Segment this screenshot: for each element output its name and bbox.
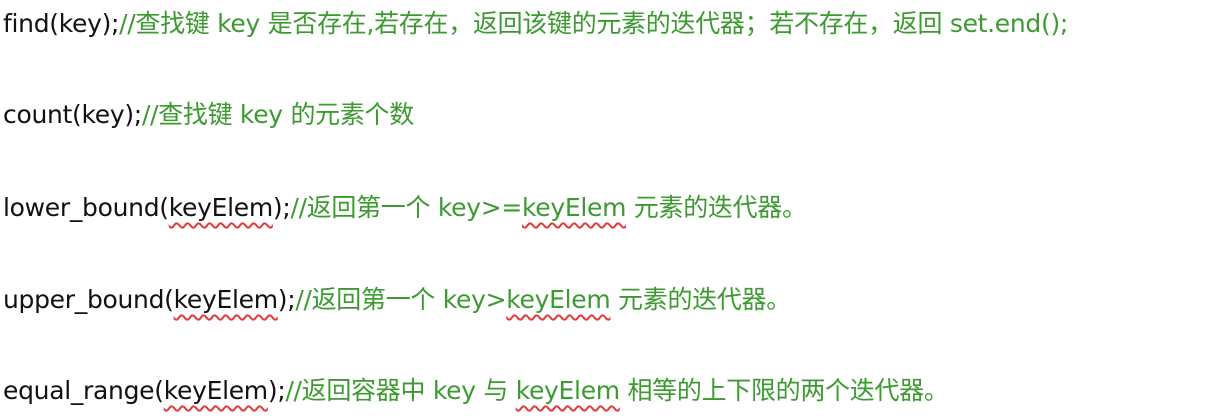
code-text: ); (272, 193, 291, 222)
code-text: equal_range( (3, 376, 164, 405)
comment-text: //返回第一个 key> (295, 285, 507, 314)
spellcheck-flagged-word: keyElem (163, 376, 268, 405)
spellcheck-flagged-word: keyElem (173, 285, 278, 314)
comment-text: 相等的上下限的两个迭代器。 (619, 376, 949, 405)
comment-text: //查找键 key 的元素个数 (141, 100, 414, 129)
comment-text: //查找键 key 是否存在,若存在，返回该键的元素的迭代器；若不存在，返回 s… (119, 9, 1069, 38)
code-text: find(key); (3, 9, 120, 38)
comment-text: //返回容器中 key 与 (285, 376, 516, 405)
doc-line-find: find(key);//查找键 key 是否存在,若存在，返回该键的元素的迭代器… (3, 7, 1068, 41)
code-text: ); (267, 376, 286, 405)
comment-text: 元素的迭代器。 (610, 285, 791, 314)
doc-line-upper-bound: upper_bound(keyElem);//返回第一个 key>keyElem… (3, 283, 791, 317)
spellcheck-flagged-word: keyElem (506, 285, 611, 314)
code-text: count(key); (3, 100, 142, 129)
comment-text: //返回第一个 key>= (290, 193, 523, 222)
code-text: upper_bound( (3, 285, 174, 314)
document-body: find(key);//查找键 key 是否存在,若存在，返回该键的元素的迭代器… (0, 0, 1212, 420)
spellcheck-flagged-word: keyElem (522, 193, 627, 222)
doc-line-count: count(key);//查找键 key 的元素个数 (3, 98, 414, 132)
doc-line-lower-bound: lower_bound(keyElem);//返回第一个 key>=keyEle… (3, 191, 807, 225)
comment-text: 元素的迭代器。 (626, 193, 807, 222)
spellcheck-flagged-word: keyElem (168, 193, 273, 222)
doc-line-equal-range: equal_range(keyElem);//返回容器中 key 与 keyEl… (3, 374, 949, 408)
code-text: lower_bound( (3, 193, 169, 222)
code-text: ); (277, 285, 296, 314)
spellcheck-flagged-word: keyElem (515, 376, 620, 405)
